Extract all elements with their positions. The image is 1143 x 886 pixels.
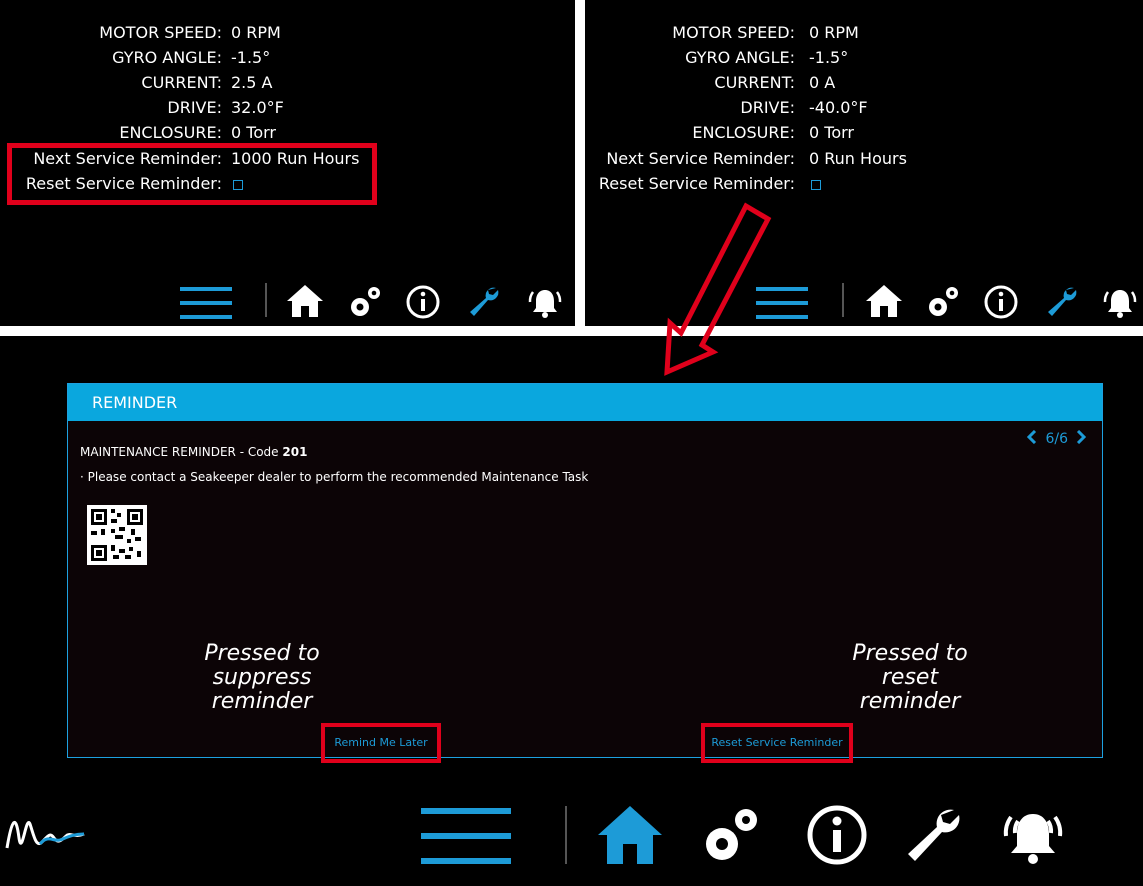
annotation-arrow [664, 202, 772, 376]
